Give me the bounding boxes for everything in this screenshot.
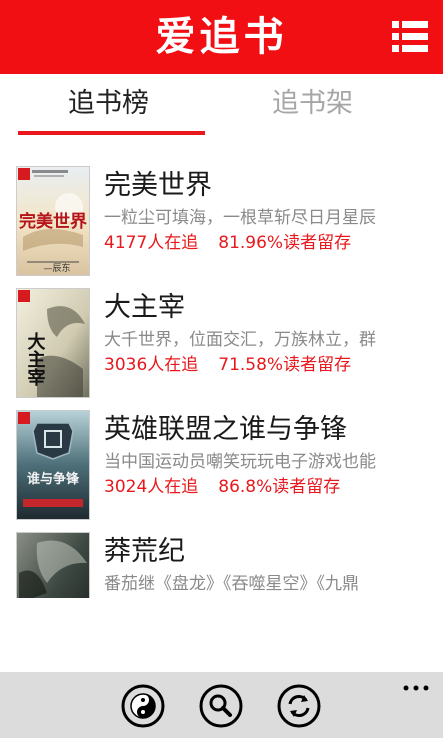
refresh-icon: [277, 684, 321, 728]
tab-bar: 追书榜 追书架: [0, 74, 443, 140]
book-stats: 4177人在追 81.96%读者留存: [104, 231, 351, 255]
tab-bookshelf[interactable]: 追书架: [272, 86, 353, 122]
book-title: 大主宰: [104, 292, 185, 323]
book-item[interactable]: 莽荒纪 番茄继《盘龙》《吞噬星空》《九鼎: [0, 529, 443, 598]
book-title: 莽荒纪: [104, 536, 185, 567]
app-title: 爱追书: [155, 14, 288, 60]
active-tab-indicator: [18, 131, 205, 135]
cover-title-text: 大主宰: [25, 331, 46, 387]
search-button[interactable]: [199, 684, 243, 728]
book-cover: 完美世界 —辰东: [16, 166, 90, 276]
more-options-button[interactable]: [403, 678, 429, 691]
book-description: 大千世界，位面交汇，万族林立，群: [104, 330, 376, 350]
app-header: 爱追书: [0, 0, 443, 74]
book-retention: 71.58%读者留存: [218, 355, 352, 375]
yin-yang-icon: [121, 684, 165, 728]
list-menu-icon: [392, 21, 428, 52]
book-stats: 3036人在追 71.58%读者留存: [104, 353, 351, 377]
cover-title-text: 谁与争锋: [27, 471, 80, 487]
book-item[interactable]: 完美世界 —辰东 完美世界 一粒尘可填海，一根草斩尽日月星辰 4177人在追 81…: [0, 163, 443, 279]
book-cover: 大主宰: [16, 288, 90, 398]
bottom-app-bar: [0, 672, 443, 738]
book-followers: 3036人在追: [104, 355, 199, 375]
app-root: 爱追书 追书榜 追书架 完美世界 —辰东 完美世界 一粒尘可填海，一根草斩尽日月…: [0, 0, 443, 738]
menu-button[interactable]: [391, 18, 429, 56]
cover-author-text: —辰东: [43, 262, 70, 274]
tab-ranking[interactable]: 追书榜: [68, 86, 149, 122]
search-icon: [199, 684, 243, 728]
book-description: 番茄继《盘龙》《吞噬星空》《九鼎: [104, 574, 359, 594]
book-cover: [16, 532, 90, 598]
book-item[interactable]: 大主宰 大主宰 大千世界，位面交汇，万族林立，群 3036人在追 71.58%读者…: [0, 285, 443, 401]
book-title: 英雄联盟之谁与争锋: [104, 414, 347, 445]
book-title: 完美世界: [104, 170, 212, 201]
book-list[interactable]: 完美世界 —辰东 完美世界 一粒尘可填海，一根草斩尽日月星辰 4177人在追 81…: [0, 163, 443, 598]
book-retention: 81.96%读者留存: [218, 233, 352, 253]
cover-title-text: 完美世界: [19, 211, 87, 232]
more-dots-icon: [403, 685, 429, 691]
book-description: 一粒尘可填海，一根草斩尽日月星辰: [104, 208, 376, 228]
book-retention: 86.8%读者留存: [218, 477, 341, 497]
book-description: 当中国运动员嘲笑玩玩电子游戏也能: [104, 452, 376, 472]
book-item[interactable]: 谁与争锋 英雄联盟之谁与争锋 当中国运动员嘲笑玩玩电子游戏也能 3024人在追 8…: [0, 407, 443, 523]
yin-yang-button[interactable]: [121, 684, 165, 728]
book-followers: 3024人在追: [104, 477, 199, 497]
refresh-button[interactable]: [277, 684, 321, 728]
book-cover: 谁与争锋: [16, 410, 90, 520]
book-stats: 3024人在追 86.8%读者留存: [104, 475, 340, 499]
book-followers: 4177人在追: [104, 233, 199, 253]
